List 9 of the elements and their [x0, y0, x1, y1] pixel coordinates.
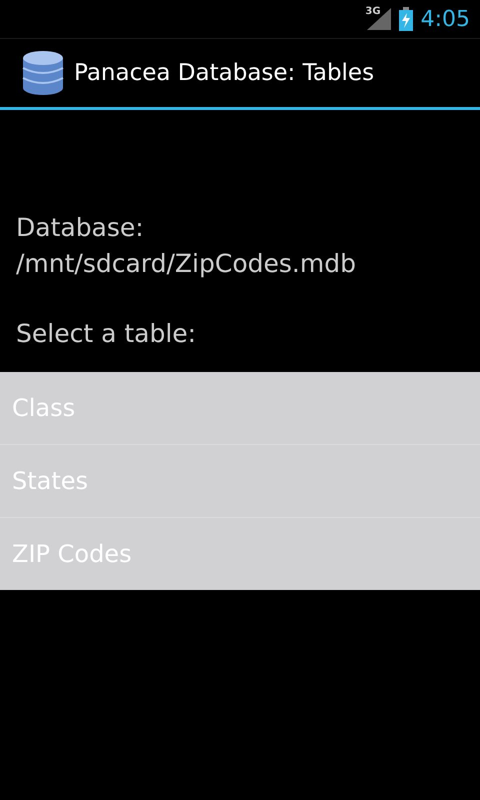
database-path: /mnt/sdcard/ZipCodes.mdb — [16, 248, 357, 280]
database-label: Database: — [16, 212, 145, 244]
signal-icon — [366, 8, 391, 30]
database-icon — [20, 50, 66, 96]
select-prompt: Select a table: — [16, 318, 198, 350]
screen-title: Panacea Database: Tables — [74, 60, 374, 86]
network-type: 3G — [365, 6, 381, 17]
battery-icon — [398, 7, 413, 31]
clock: 4:05 — [420, 6, 470, 32]
